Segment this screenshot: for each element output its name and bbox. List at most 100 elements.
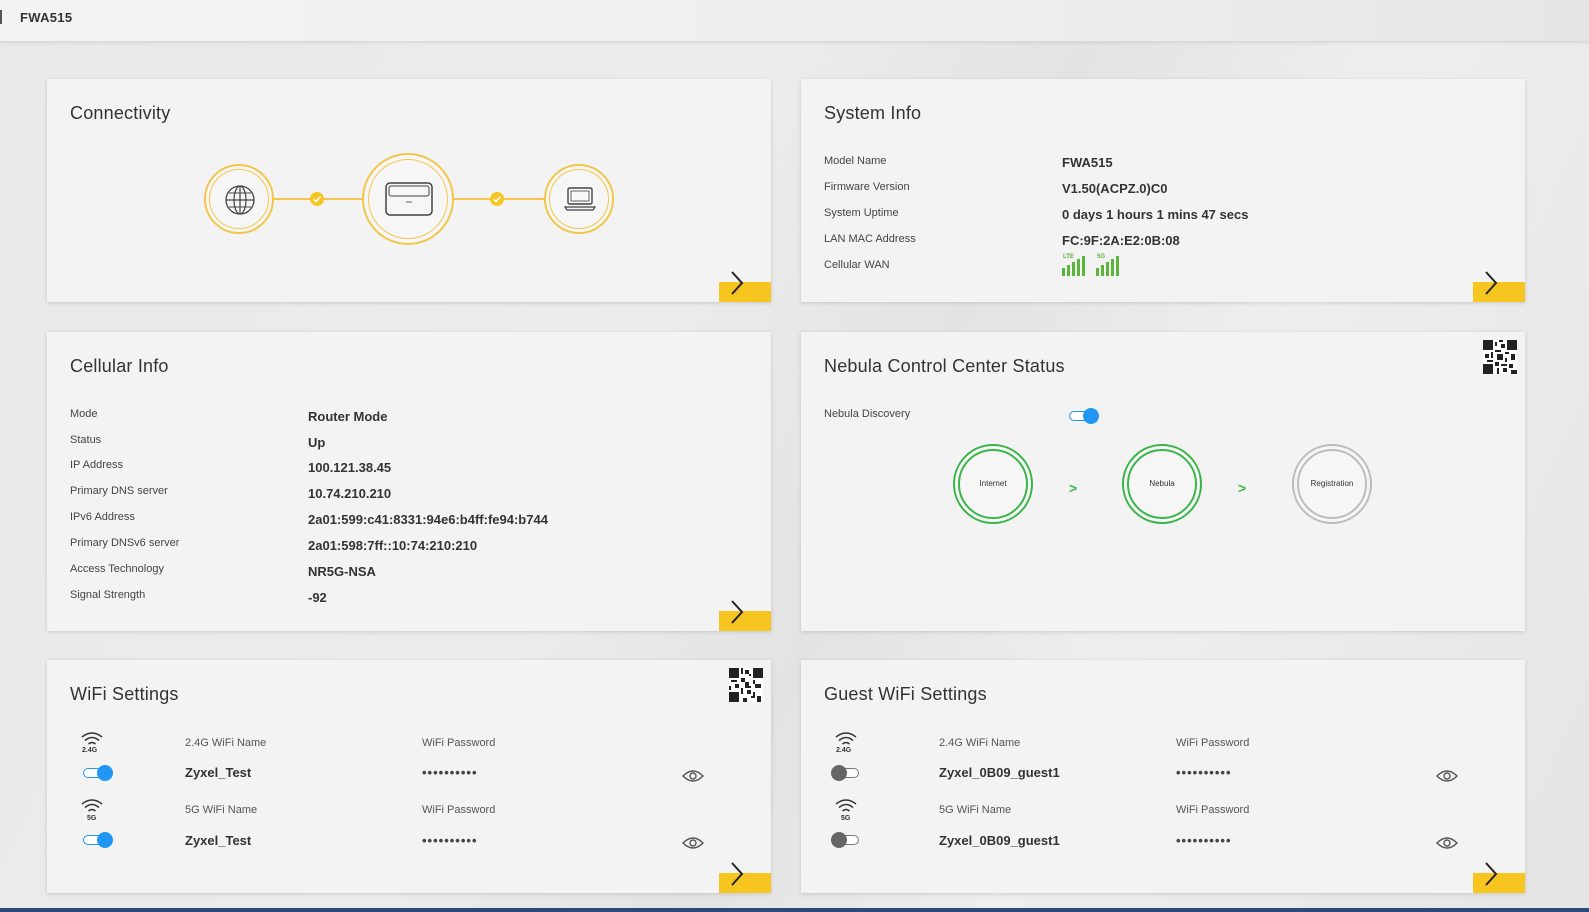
row-label: Model Name bbox=[824, 155, 887, 167]
wifi-24g-toggle[interactable] bbox=[83, 765, 113, 781]
row-label: Primary DNS server bbox=[70, 485, 168, 497]
step-label: Internet bbox=[979, 479, 1007, 488]
top-bar: FWA515 bbox=[0, 0, 1589, 42]
card-title: Nebula Control Center Status bbox=[824, 356, 1065, 376]
band-tag: 2.4G bbox=[836, 747, 852, 754]
row-value: 2a01:598:7ff::10:74:210:210 bbox=[308, 538, 478, 553]
wifi-password-label: WiFi Password bbox=[422, 737, 496, 749]
guest-wifi-more-button[interactable] bbox=[1473, 862, 1525, 893]
band-tag: 5G bbox=[87, 815, 97, 822]
nebula-discovery-toggle[interactable] bbox=[1069, 408, 1099, 424]
card-title: Connectivity bbox=[70, 103, 171, 123]
guest-wifi-5g-toggle[interactable] bbox=[831, 832, 861, 848]
step-label: Registration bbox=[1310, 479, 1354, 488]
system-info-more-button[interactable] bbox=[1473, 271, 1525, 302]
router-node bbox=[362, 153, 454, 245]
wifi-password-label: WiFi Password bbox=[422, 804, 496, 816]
taskbar-edge bbox=[0, 908, 1589, 912]
wifi-name-value: Zyxel_Test bbox=[185, 833, 252, 848]
eye-icon[interactable] bbox=[682, 769, 704, 783]
eye-icon[interactable] bbox=[682, 836, 704, 850]
row-label: Firmware Version bbox=[824, 181, 910, 193]
registration-step: Registration bbox=[1292, 444, 1372, 524]
qr-code-icon[interactable] bbox=[1483, 340, 1517, 374]
row-value: -92 bbox=[308, 590, 327, 605]
row-label: LAN MAC Address bbox=[824, 233, 916, 245]
client-node bbox=[544, 164, 614, 234]
wifi-name-label: 2.4G WiFi Name bbox=[939, 737, 1021, 749]
row-value: 10.74.210.210 bbox=[308, 486, 392, 501]
row-value: 100.121.38.45 bbox=[308, 460, 392, 475]
row-value: NR5G-NSA bbox=[308, 564, 376, 579]
device-title: FWA515 bbox=[20, 10, 73, 25]
band-tag: 2.4G bbox=[82, 747, 98, 754]
chevron-right-icon bbox=[731, 600, 744, 624]
guest-wifi-settings-card: Guest WiFi Settings 2.4G 2.4G WiFi Name … bbox=[801, 660, 1525, 893]
qr-code-icon[interactable] bbox=[729, 668, 763, 702]
step-label: Nebula bbox=[1149, 479, 1175, 488]
wifi-icon bbox=[81, 732, 103, 745]
card-title: WiFi Settings bbox=[70, 684, 179, 704]
row-label: Primary DNSv6 server bbox=[70, 537, 180, 549]
row-label: System Uptime bbox=[824, 207, 899, 219]
band-tag: 5G bbox=[841, 815, 851, 822]
eye-icon[interactable] bbox=[1436, 769, 1458, 783]
row-label: IPv6 Address bbox=[70, 511, 135, 523]
card-title: System Info bbox=[824, 103, 922, 123]
step-arrow: > bbox=[1069, 480, 1078, 496]
row-value: 0 days 1 hours 1 mins 47 secs bbox=[1062, 207, 1249, 222]
row-label: Cellular WAN bbox=[824, 259, 890, 271]
menu-edge[interactable] bbox=[0, 10, 2, 24]
wifi-password-value: •••••••••• bbox=[1176, 765, 1232, 780]
globe-icon bbox=[225, 185, 255, 215]
row-value: Router Mode bbox=[308, 409, 388, 424]
nebula-discovery-label: Nebula Discovery bbox=[824, 408, 911, 420]
wifi-password-label: WiFi Password bbox=[1176, 737, 1250, 749]
router-icon bbox=[385, 182, 433, 216]
card-title: Guest WiFi Settings bbox=[824, 684, 987, 704]
wifi-password-value: •••••••••• bbox=[422, 833, 478, 848]
row-label: IP Address bbox=[70, 459, 123, 471]
wifi-password-value: •••••••••• bbox=[422, 765, 478, 780]
laptop-icon bbox=[564, 187, 596, 211]
guest-wifi-24g-toggle[interactable] bbox=[831, 765, 861, 781]
internet-step: Internet bbox=[953, 444, 1033, 524]
wifi-name-value: Zyxel_0B09_guest1 bbox=[939, 833, 1060, 848]
wifi-password-value: •••••••••• bbox=[1176, 833, 1232, 848]
row-label: Mode bbox=[70, 408, 98, 420]
chevron-right-icon bbox=[731, 862, 744, 886]
eye-icon[interactable] bbox=[1436, 836, 1458, 850]
check-icon bbox=[310, 192, 324, 206]
wifi-icon bbox=[835, 799, 857, 812]
system-info-card: System Info Model Name FWA515 Firmware V… bbox=[801, 79, 1525, 302]
row-value: 2a01:599:c41:8331:94e6:b4ff:fe94:b744 bbox=[308, 512, 548, 527]
wifi-settings-card: WiFi Settings 2.4G 2.4G WiFi Name Zyxel_… bbox=[47, 660, 771, 893]
wifi-name-label: 2.4G WiFi Name bbox=[185, 737, 267, 749]
row-value: FC:9F:2A:E2:0B:08 bbox=[1062, 233, 1180, 248]
internet-node bbox=[204, 164, 274, 234]
chevron-right-icon bbox=[731, 271, 744, 295]
wifi-name-value: Zyxel_Test bbox=[185, 765, 252, 780]
nebula-status-card: Nebula Control Center Status Nebula Disc… bbox=[801, 332, 1525, 631]
row-value: V1.50(ACPZ.0)C0 bbox=[1062, 181, 1168, 196]
chevron-right-icon bbox=[1485, 862, 1498, 886]
cellular-info-more-button[interactable] bbox=[719, 600, 771, 631]
wifi-name-label: 5G WiFi Name bbox=[185, 804, 258, 816]
wifi-icon bbox=[835, 732, 857, 745]
wifi-5g-toggle[interactable] bbox=[83, 832, 113, 848]
wifi-name-value: Zyxel_0B09_guest1 bbox=[939, 765, 1060, 780]
connectivity-more-button[interactable] bbox=[719, 271, 771, 302]
connectivity-card: Connectivity bbox=[47, 79, 771, 302]
row-value: Up bbox=[308, 435, 326, 450]
wifi-name-label: 5G WiFi Name bbox=[939, 804, 1012, 816]
card-title: Cellular Info bbox=[70, 356, 169, 376]
wifi-icon bbox=[81, 799, 103, 812]
chevron-right-icon bbox=[1485, 271, 1498, 295]
row-value: FWA515 bbox=[1062, 155, 1113, 170]
wifi-settings-more-button[interactable] bbox=[719, 862, 771, 893]
row-label: Access Technology bbox=[70, 563, 164, 575]
row-label: Status bbox=[70, 434, 102, 446]
check-icon bbox=[490, 192, 504, 206]
cellular-info-card: Cellular Info Mode Router Mode Status Up… bbox=[47, 332, 771, 631]
step-arrow: > bbox=[1238, 480, 1247, 496]
